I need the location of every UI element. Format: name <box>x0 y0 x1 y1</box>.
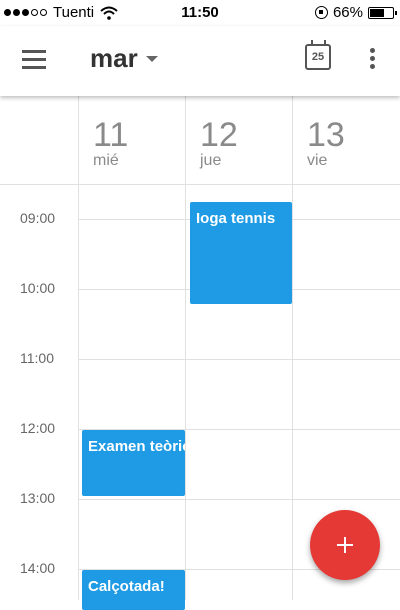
day-number: 13 <box>307 116 345 154</box>
hour-label: 10:00 <box>20 280 56 296</box>
event-calcotada[interactable]: Calçotada! <box>82 570 185 610</box>
today-day-number: 25 <box>311 51 325 63</box>
battery-percent: 66% <box>332 4 363 21</box>
event-ioga-tennis[interactable]: Ioga tennis <box>190 202 292 304</box>
header-divider <box>0 184 400 185</box>
battery-icon <box>368 6 397 19</box>
day-number: 11 <box>93 116 129 154</box>
app-bar: mar 25 <box>0 26 400 96</box>
add-event-button[interactable] <box>310 510 380 580</box>
battery-fill <box>370 8 384 17</box>
status-right: 66% <box>314 4 397 21</box>
day-name: vie <box>307 152 328 169</box>
grid-column-line <box>185 96 186 600</box>
status-bar: Tuenti 11:50 66% <box>0 0 400 26</box>
grid-column-line <box>78 96 79 600</box>
hour-label: 09:00 <box>20 210 56 226</box>
month-selector[interactable]: mar <box>90 43 138 74</box>
menu-icon[interactable] <box>22 50 46 70</box>
event-title: Calçotada! <box>88 578 165 595</box>
day-name: jue <box>200 152 222 169</box>
grid-hour-line <box>78 359 400 360</box>
hour-label: 11:00 <box>20 350 54 366</box>
event-title: Ioga tennis <box>196 210 276 227</box>
dropdown-caret-icon[interactable] <box>146 56 158 62</box>
calendar-today-icon[interactable]: 25 <box>305 40 331 70</box>
grid-hour-line <box>78 499 400 500</box>
rotation-lock-icon <box>314 6 328 19</box>
day-name: mié <box>93 152 119 169</box>
more-vert-icon[interactable] <box>370 48 376 70</box>
day-header-0[interactable]: 11 mié <box>78 96 185 184</box>
event-examen-teoric[interactable]: Examen teòric <box>82 430 185 496</box>
event-title: Examen teòric <box>88 438 185 455</box>
hour-label: 12:00 <box>20 420 56 436</box>
day-number: 12 <box>200 116 238 154</box>
day-header-2[interactable]: 13 vie <box>292 96 400 184</box>
grid-column-line <box>292 96 293 600</box>
hour-label: 14:00 <box>20 560 56 576</box>
hour-label: 13:00 <box>20 490 56 506</box>
day-header-1[interactable]: 12 jue <box>185 96 292 184</box>
